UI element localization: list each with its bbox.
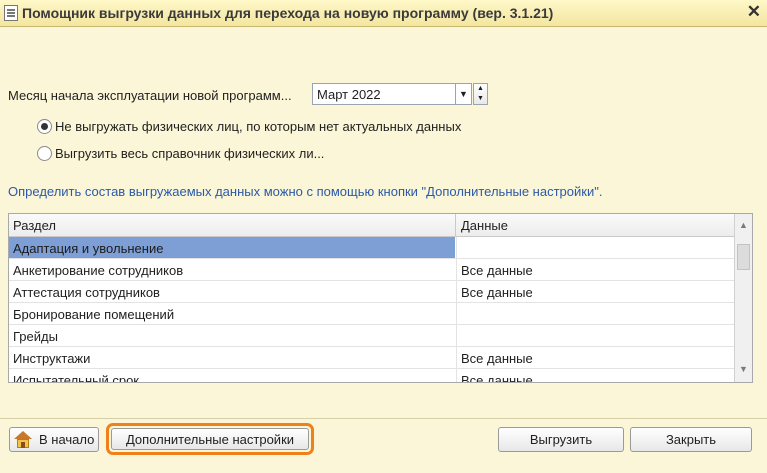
home-button[interactable]: В начало <box>9 427 99 452</box>
title-bar: Помощник выгрузки данных для перехода на… <box>0 0 767 27</box>
spin-icon[interactable]: ▲ ▼ <box>473 83 488 105</box>
document-icon <box>4 5 18 21</box>
month-label: Месяц начала эксплуатации новой программ… <box>8 88 292 103</box>
cell-data: Все данные <box>456 369 735 382</box>
dropdown-arrow-icon[interactable]: ▼ <box>456 83 472 105</box>
table-row[interactable]: Испытательный срок Все данные <box>9 369 735 383</box>
table-row[interactable]: Анкетирование сотрудников Все данные <box>9 259 735 281</box>
column-header-data[interactable]: Данные <box>461 218 508 233</box>
footer-divider <box>0 418 767 419</box>
sections-table[interactable]: Раздел Данные Адаптация и увольнение Анк… <box>8 213 753 383</box>
radio-icon[interactable] <box>37 146 52 161</box>
window-title: Помощник выгрузки данных для перехода на… <box>22 5 554 21</box>
cell-section: Инструктажи <box>13 351 91 366</box>
table-row[interactable]: Бронирование помещений <box>9 303 735 325</box>
extra-settings-label: Дополнительные настройки <box>125 431 295 447</box>
cell-section: Аттестация сотрудников <box>13 285 160 300</box>
table-header: Раздел Данные <box>9 214 735 237</box>
vertical-scrollbar[interactable]: ▲ ▼ <box>734 214 752 382</box>
radio-option-export-all[interactable]: Выгрузить весь справочник физических ли.… <box>37 146 324 161</box>
scroll-thumb[interactable] <box>737 244 750 270</box>
cell-section: Испытательный срок <box>13 373 139 383</box>
cell-section: Анкетирование сотрудников <box>13 263 184 278</box>
home-button-label: В начало <box>39 432 95 447</box>
radio-label: Не выгружать физических лиц, по которым … <box>55 119 462 134</box>
cell-data: Все данные <box>456 281 735 302</box>
cell-section: Адаптация и увольнение <box>9 237 455 258</box>
radio-option-no-export[interactable]: Не выгружать физических лиц, по которым … <box>37 119 461 134</box>
cell-data <box>456 325 735 346</box>
export-button-label: Выгрузить <box>529 432 593 447</box>
close-icon[interactable]: ✕ <box>747 2 761 22</box>
cell-section: Бронирование помещений <box>13 307 175 322</box>
table-row[interactable]: Инструктажи Все данные <box>9 347 735 369</box>
scroll-down-icon[interactable]: ▼ <box>739 364 748 374</box>
export-button[interactable]: Выгрузить <box>498 427 624 452</box>
home-icon <box>13 430 33 449</box>
table-row[interactable]: Адаптация и увольнение <box>9 237 735 259</box>
extra-settings-button[interactable]: Дополнительные настройки <box>106 423 314 455</box>
radio-label: Выгрузить весь справочник физических ли.… <box>55 146 325 161</box>
table-row[interactable]: Грейды <box>9 325 735 347</box>
radio-icon[interactable] <box>37 119 52 134</box>
close-button-label: Закрыть <box>665 432 717 447</box>
column-header-section[interactable]: Раздел <box>13 218 56 233</box>
scroll-up-icon[interactable]: ▲ <box>739 220 748 230</box>
cell-data <box>456 303 735 324</box>
cell-data <box>456 237 735 258</box>
month-field[interactable]: Март 2022 <box>312 83 456 105</box>
hint-text: Определить состав выгружаемых данных мож… <box>8 184 603 199</box>
cell-section: Грейды <box>13 329 58 344</box>
close-button[interactable]: Закрыть <box>630 427 752 452</box>
cell-data: Все данные <box>456 259 735 280</box>
table-row[interactable]: Аттестация сотрудников Все данные <box>9 281 735 303</box>
cell-data: Все данные <box>456 347 735 368</box>
